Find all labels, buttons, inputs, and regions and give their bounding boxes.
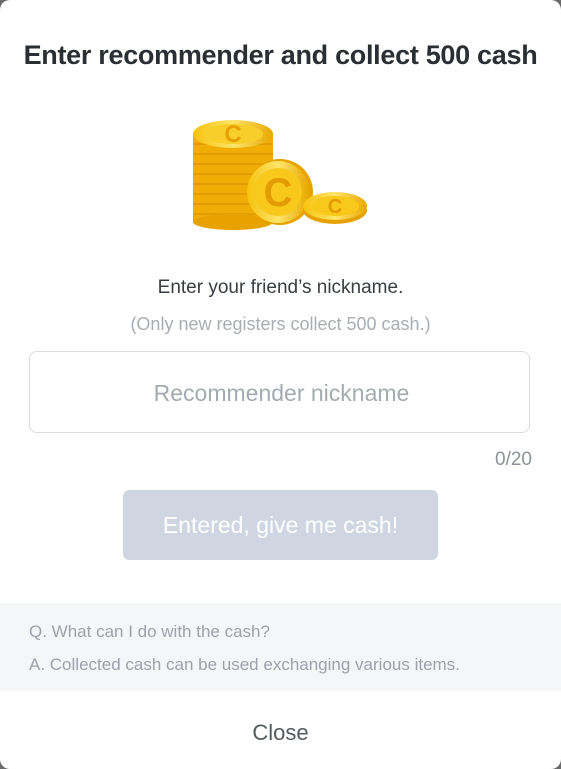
svg-text:C: C [224,121,241,148]
submit-button[interactable]: Entered, give me cash! [123,490,438,560]
close-button[interactable]: Close [0,720,561,746]
eligibility-note: (Only new registers collect 500 cash.) [130,314,431,334]
nickname-field-container [29,351,533,434]
dialog-title: Enter recommender and collect 500 cash [23,40,538,70]
faq-section: Q. What can I do with the cash? A. Colle… [0,603,561,691]
coin-stack-icon: C C C [193,120,367,230]
character-counter: 0/20 [495,449,532,470]
svg-text:C: C [328,196,342,218]
recommender-dialog: Enter recommender and collect 500 cash C… [0,0,561,769]
svg-text:C: C [264,171,293,215]
faq-answer: A. Collected cash can be used exchanging… [29,655,460,674]
instruction-text: Enter your friend’s nickname. [157,277,404,298]
recommender-nickname-input[interactable] [30,352,533,434]
faq-question: Q. What can I do with the cash? [29,622,270,641]
